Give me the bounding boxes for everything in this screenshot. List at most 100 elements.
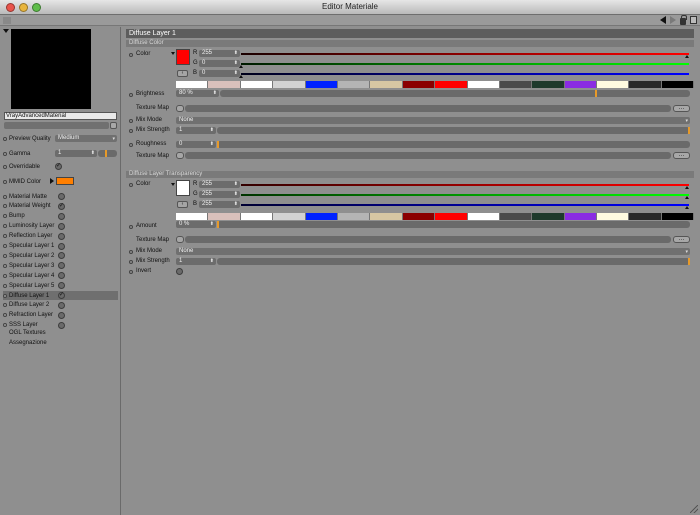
palette-swatch[interactable] — [273, 213, 306, 220]
layer-enable-checkbox[interactable] — [58, 311, 65, 319]
animation-dot-icon[interactable] — [3, 214, 7, 219]
layer-enable-checkbox[interactable] — [58, 301, 65, 309]
material-secondary-button[interactable] — [110, 122, 117, 129]
palette-swatch[interactable] — [273, 81, 306, 88]
material-secondary-field[interactable] — [4, 122, 109, 129]
palette-swatch[interactable] — [597, 213, 630, 220]
animation-dot-icon[interactable] — [3, 164, 7, 169]
layer-label[interactable]: Specular Layer 4 — [9, 273, 54, 279]
layer-label[interactable]: Refraction Layer — [9, 312, 53, 318]
diffuse-g-input[interactable]: 0 ⬍ — [199, 60, 240, 67]
diffuse-color-mode-button[interactable]: ‹ — [177, 70, 188, 77]
stepper-arrows-icon[interactable]: ⬍ — [210, 141, 214, 148]
mix-mode-dropdown[interactable]: None ▾ — [176, 117, 690, 124]
layer-enable-checkbox[interactable]: ✓ — [58, 202, 65, 210]
animation-dot-icon[interactable] — [3, 303, 7, 308]
transparency-mix-strength-slider-handle[interactable] — [688, 258, 690, 265]
stepper-arrows-icon[interactable]: ⬍ — [234, 70, 238, 77]
layer-enable-checkbox[interactable]: ✓ — [58, 292, 65, 299]
transparency-mix-strength-input[interactable]: 1 ⬍ — [176, 258, 216, 265]
stepper-arrows-icon[interactable]: ⬍ — [234, 50, 238, 57]
invert-checkbox[interactable] — [176, 268, 183, 275]
layer-enable-checkbox[interactable] — [58, 193, 65, 200]
transparency-color-swatch[interactable] — [176, 180, 190, 196]
layer-enable-checkbox[interactable] — [58, 321, 65, 329]
transparency-g-slider-handle[interactable] — [685, 196, 689, 199]
animation-dot-icon[interactable] — [3, 204, 7, 209]
color-menu-triangle-icon[interactable] — [171, 52, 175, 55]
animation-dot-icon[interactable] — [129, 183, 133, 187]
palette-swatch[interactable] — [499, 213, 533, 220]
animation-dot-icon[interactable] — [129, 129, 133, 133]
transparency-b-input[interactable]: 255 ⬍ — [199, 201, 240, 208]
palette-swatch[interactable] — [370, 81, 403, 88]
transparency-mix-mode-dropdown[interactable]: None ▾ — [176, 248, 690, 255]
mmid-color-swatch[interactable] — [56, 177, 74, 185]
layer-label[interactable]: Specular Layer 1 — [9, 243, 54, 249]
transparency-mix-strength-slider[interactable] — [217, 258, 690, 265]
animation-dot-icon[interactable] — [3, 224, 7, 229]
palette-swatch[interactable] — [402, 81, 436, 88]
diffuse-r-input[interactable]: 255 ⬍ — [199, 50, 240, 57]
animation-dot-icon[interactable] — [129, 225, 133, 229]
stepper-arrows-icon[interactable]: ⬍ — [234, 60, 238, 67]
mix-strength-slider-handle[interactable] — [688, 127, 690, 134]
assegnazione-label[interactable]: Assegnazione — [9, 340, 47, 346]
animation-dot-icon[interactable] — [3, 323, 7, 328]
layer-enable-checkbox[interactable] — [58, 242, 65, 250]
transparency-g-slider[interactable] — [241, 194, 689, 196]
gamma-input[interactable]: 1 ⬍ — [55, 150, 97, 157]
layer-label[interactable]: Material Matte — [9, 194, 47, 200]
palette-swatch[interactable] — [564, 81, 598, 88]
animation-dot-icon[interactable] — [3, 151, 7, 156]
animation-dot-icon[interactable] — [3, 283, 7, 288]
transparency-r-slider[interactable] — [241, 184, 689, 186]
transparency-texture-browse-button[interactable]: … — [673, 236, 690, 243]
animation-dot-icon[interactable] — [3, 194, 7, 199]
roughness-texture-browse-button[interactable]: … — [673, 152, 690, 159]
palette-swatch[interactable] — [435, 213, 468, 220]
diffuse-b-input[interactable]: 0 ⬍ — [199, 70, 240, 77]
overridable-checkbox[interactable]: ✓ — [55, 163, 62, 170]
layer-enable-checkbox[interactable] — [58, 212, 65, 220]
palette-swatch[interactable] — [629, 81, 662, 88]
layer-label[interactable]: Bump — [9, 213, 25, 219]
stepper-arrows-icon[interactable]: ⬍ — [234, 191, 238, 198]
palette-swatch[interactable] — [402, 213, 436, 220]
transparency-color-menu-triangle-icon[interactable] — [171, 183, 175, 186]
roughness-slider-handle[interactable] — [217, 141, 219, 148]
roughness-input[interactable]: 0 ⬍ — [176, 141, 216, 148]
transparency-texture-expand-button[interactable] — [176, 236, 184, 243]
palette-swatch[interactable] — [597, 81, 630, 88]
mix-strength-input[interactable]: 1 ⬍ — [176, 127, 216, 134]
diffuse-color-swatch[interactable] — [176, 49, 190, 65]
lock-icon[interactable] — [680, 14, 687, 25]
gamma-slider[interactable] — [98, 150, 117, 157]
animation-dot-icon[interactable] — [3, 234, 7, 239]
animation-dot-icon[interactable] — [3, 273, 7, 278]
layer-label[interactable]: Material Weight — [9, 203, 51, 209]
animation-dot-icon[interactable] — [3, 313, 7, 318]
amount-slider[interactable] — [217, 221, 690, 228]
layer-label[interactable]: Specular Layer 5 — [9, 283, 54, 289]
transparency-texture-map-field[interactable] — [185, 236, 671, 243]
palette-swatch[interactable] — [176, 81, 209, 88]
transparency-r-slider-handle[interactable] — [685, 186, 689, 189]
animation-dot-icon[interactable] — [3, 293, 7, 298]
palette-swatch[interactable] — [337, 213, 371, 220]
layer-label[interactable]: Luminosity Layer — [9, 223, 54, 229]
animation-dot-icon[interactable] — [129, 93, 133, 97]
palette-swatch[interactable] — [176, 213, 209, 220]
stepper-arrows-icon[interactable]: ⬍ — [234, 181, 238, 188]
palette-swatch[interactable] — [305, 213, 338, 220]
diffuse-g-slider-handle[interactable] — [239, 65, 243, 68]
palette-swatch[interactable] — [661, 213, 695, 220]
mix-strength-slider[interactable] — [217, 127, 690, 134]
animation-dot-icon[interactable] — [129, 143, 133, 147]
layer-label[interactable]: Specular Layer 3 — [9, 263, 54, 269]
palette-swatch[interactable] — [499, 81, 533, 88]
animation-dot-icon[interactable] — [129, 119, 133, 123]
back-arrow-icon[interactable] — [660, 16, 666, 24]
mmid-menu-triangle-icon[interactable] — [50, 178, 54, 184]
layer-enable-checkbox[interactable] — [58, 232, 65, 240]
